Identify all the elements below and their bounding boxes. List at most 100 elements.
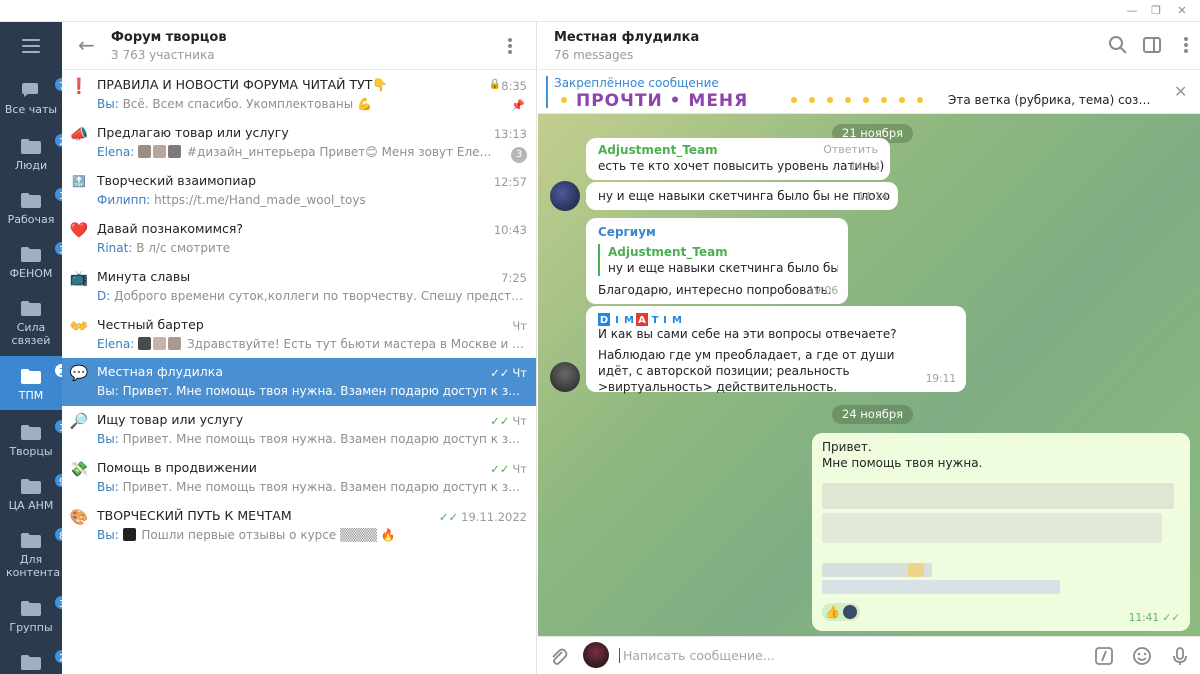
topic-time: 12:57 [493,175,527,189]
topic-icon: 📣 [69,125,89,143]
date-divider: 24 ноября [832,405,914,424]
folder-icon: 24 [20,648,62,671]
attach-icon[interactable] [548,646,568,666]
folder-icon: 2 [20,362,62,385]
folder-fenom[interactable]: 3 ФЕНОМ [0,240,62,286]
topic-time: ✓✓ Чт [490,462,527,476]
topic-title: Ищу товар или услугу [97,412,244,427]
forum-title: Форум творцов [111,30,227,45]
topic-preview: Elena: Здравствуйте! Есть тут бьюти маст… [97,337,527,351]
message-bubble[interactable]: D I M A T I M И как вы сами себе на эти … [586,306,966,394]
forum-member-count: 3 763 участника [111,48,215,62]
topic-row[interactable]: ❗ ПРАВИЛА И НОВОСТИ ФОРУМА ЧИТАЙ ТУТ👇 🔒 … [62,71,536,119]
chat-pane: Местная флудилка 76 messages Закреплённо… [538,22,1200,674]
folder-icon: 2 [20,132,62,155]
message-time: 14:14 [849,161,880,173]
pinned-message-bar[interactable]: Закреплённое сообщение ПРОЧТИ • МЕНЯ Эта… [538,70,1200,114]
topic-row[interactable]: ❤️ Давай познакомимся? 10:43 Rinat: В л/… [62,215,536,263]
topic-row[interactable]: 🎨 ТВОРЧЕСКИЙ ПУТЬ К МЕЧТАМ ✓✓ 19.11.2022 … [62,502,536,550]
folder-icon: 8 [20,526,62,549]
folder-more[interactable]: 24 [0,648,62,674]
folder-badge: 1 [53,186,62,203]
folder-gruppy[interactable]: 31 Группы [0,594,62,640]
pinned-accent-bar [546,76,548,108]
folder-sila-svyazey[interactable]: Сила связей [0,300,62,352]
maximize-icon[interactable]: ❐ [1148,3,1164,19]
menu-icon[interactable] [22,39,40,53]
folder-all-chats[interactable]: 78 Все чаты [0,76,62,126]
folder-tpm[interactable]: 2 ТПМ [0,356,62,410]
emoji-icon[interactable] [1132,646,1152,666]
topic-row[interactable]: 📣 Предлагаю товар или услугу 13:13 Elena… [62,119,536,167]
topic-icon: 🔎 [69,412,89,430]
sender-name[interactable]: Сергиум [598,224,656,240]
svg-text:M: M [672,315,682,326]
topic-time: 8:35 [501,79,527,93]
folder-label: Люди [14,159,48,172]
message-input[interactable]: Написать сообщение... [619,648,775,663]
message-bubble[interactable]: Adjustment_Team Ответить есть те кто хоч… [586,138,890,180]
search-icon[interactable] [1108,35,1128,55]
read-checkmarks-icon: ✓✓ [490,462,510,476]
sidebar-toggle-icon[interactable] [1142,35,1162,55]
reply-button[interactable]: Ответить [823,142,878,158]
topic-row[interactable]: 🔝 Творческий взаимопиар 12:57 Филипп: ht… [62,167,536,215]
topic-time: 13:13 [493,127,527,141]
folder-icon: 1 [20,186,62,209]
sender-name[interactable]: Adjustment_Team [598,142,718,158]
message-time: 11:41 ✓✓ [1128,612,1180,624]
message-bubble[interactable]: Сергиум Adjustment_Team ну и еще навыки … [586,218,848,304]
microphone-icon[interactable] [1170,646,1190,666]
reply-quote[interactable]: Adjustment_Team ну и еще навыки скетчинг… [598,244,838,276]
avatar [843,605,857,619]
folder-icon: 1 [20,418,62,441]
avatar[interactable] [550,362,580,392]
message-text: есть те кто хочет повысить уровень латин… [598,159,885,173]
back-arrow-icon[interactable]: ← [78,35,98,56]
read-checkmarks-icon: ✓✓ [490,366,510,380]
topic-row[interactable]: 💸 Помощь в продвижении ✓✓ Чт Вы: Привет. … [62,454,536,502]
folder-badge: 8 [53,526,62,543]
message-time: 19:06 [807,285,838,297]
minimize-icon[interactable]: — [1124,3,1140,19]
folder-dlya-kontenta[interactable]: 8 Для контента [0,526,62,586]
folder-badge: 2 [53,362,62,379]
close-icon[interactable]: ✕ [1174,82,1187,101]
message-bubble[interactable]: ну и еще навыки скетчинга было бы не пло… [586,182,898,210]
message-time: 14:14 [857,191,888,203]
folder-badge: 31 [53,594,62,611]
topic-icon: ❤️ [69,221,89,239]
message-text: ну и еще навыки скетчинга было бы не пло… [598,189,891,203]
topic-row[interactable]: 📺 Минута славы 7:25 D: Доброго времени с… [62,263,536,311]
topic-icon: 📺 [69,269,89,287]
topic-row-selected[interactable]: 💬 Местная флудилка ✓✓ Чт Вы: Привет. Мне … [62,358,536,406]
avatar[interactable] [550,181,580,211]
folder-people[interactable]: 2 Люди [0,132,62,178]
blurred-text [822,513,1162,543]
folder-ca-anm[interactable]: 9 ЦА АНМ [0,472,62,518]
message-text: И как вы сами себе на эти вопросы отвеча… [598,327,897,341]
reactions[interactable]: 👍 [822,603,860,621]
sender-name-dimatim[interactable]: D I M A T I M [598,313,688,326]
topic-icon: ❗ [69,77,89,95]
more-options-icon[interactable] [508,38,514,56]
send-as-avatar[interactable] [583,642,609,668]
bot-commands-icon[interactable] [1094,646,1114,666]
topic-row[interactable]: 🔎 Ищу товар или услугу ✓✓ Чт Вы: Привет. … [62,406,536,454]
outgoing-message-bubble[interactable]: Привет. Мне помощь твоя нужна. 👍 11:41 ✓… [812,433,1190,631]
quote-sender: Adjustment_Team [608,245,728,259]
more-options-icon[interactable] [1176,35,1196,55]
blurred-text [822,483,1174,509]
topic-row[interactable]: 👐 Честный бартер Чт Elena: Здравствуйте!… [62,311,536,359]
topic-title: Давай познакомимся? [97,221,244,236]
folder-label: Для контента [6,553,61,579]
telegram-window: — ❐ ✕ 78 Все чаты 2 Люди 1 Рабочая 3 ФЕН… [0,0,1200,674]
folder-label: Все чаты [4,103,58,116]
folder-tvortsy[interactable]: 1 Творцы [0,418,62,464]
folder-work[interactable]: 1 Рабочая [0,186,62,232]
close-window-icon[interactable]: ✕ [1174,3,1190,19]
topic-time: ✓✓ Чт [490,414,527,428]
folder-label: Группы [9,621,53,634]
folder-badge: 2 [53,132,62,149]
message-text: Благодарю, интересно попробовать. [598,283,832,297]
